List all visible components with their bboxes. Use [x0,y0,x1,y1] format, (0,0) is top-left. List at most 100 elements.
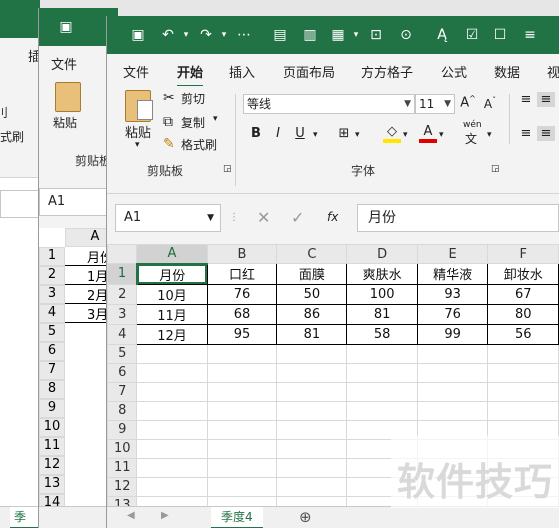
save-icon[interactable]: ▣ [129,26,147,44]
table-cell[interactable]: 81 [346,303,418,325]
empty-cell[interactable] [136,457,208,478]
add-sheet-icon[interactable]: ⊕ [299,508,312,526]
checkbox-icon[interactable]: ☑ [463,26,481,44]
row-header[interactable]: 11 [107,457,138,478]
font-size-select[interactable]: 11 ▼ [415,94,455,114]
row-header[interactable]: 4 [107,323,138,345]
format-painter-button[interactable]: 格式刷 [181,136,217,153]
empty-cell[interactable] [136,476,208,497]
align-top-icon[interactable]: ≡ [517,92,535,107]
empty-cell[interactable] [206,476,278,497]
font-icon[interactable]: Ą [433,26,451,44]
select-all-corner[interactable] [107,244,138,264]
bold-button[interactable]: B [247,126,265,141]
scroll-left-icon[interactable]: ◀ [127,510,135,521]
back-sheet-tab[interactable]: 季度 [10,507,40,528]
table-cell[interactable]: 86 [276,303,348,325]
empty-cell[interactable] [276,343,348,364]
empty-cell[interactable] [346,381,418,402]
tab-view[interactable]: 视 [547,62,559,81]
camera-icon[interactable]: ⊡ [367,26,385,44]
empty-cell[interactable] [136,419,208,440]
tab-page-layout[interactable]: 页面布局 [283,62,335,81]
form-icon[interactable]: ▤ [271,26,289,44]
customize-qat-icon[interactable]: ≡ [521,26,539,44]
empty-cell[interactable] [276,381,348,402]
column-header[interactable]: E [416,244,489,264]
font-color-button[interactable]: A [419,124,437,143]
empty-cell[interactable] [416,343,489,364]
empty-cell[interactable] [136,362,208,383]
empty-cell[interactable] [206,438,278,459]
empty-cell[interactable] [487,381,559,402]
empty-cell[interactable] [136,381,208,402]
fill-color-dropdown-icon[interactable]: ▾ [403,130,408,140]
empty-cell[interactable] [206,381,278,402]
phonetic-char-icon[interactable]: 文 [465,130,477,147]
table-cell[interactable]: 76 [416,303,489,325]
table-cell[interactable]: 12月 [136,323,208,345]
table-cell[interactable]: 76 [206,283,278,305]
copy-button[interactable]: 复制 [181,114,205,131]
sort-icon[interactable]: ⊙ [397,26,415,44]
table-cell[interactable]: 80 [487,303,559,325]
empty-cell[interactable] [206,419,278,440]
row-header[interactable]: 9 [107,419,138,440]
italic-button[interactable]: I [269,126,287,141]
empty-cell[interactable] [276,457,348,478]
font-name-select[interactable]: 等线 ▼ [243,94,415,114]
align-center-icon[interactable]: ≡ [537,126,555,141]
borders-icon[interactable]: ⋯ [235,26,253,44]
name-box[interactable]: A1 ▼ [115,204,221,232]
table-cell[interactable]: 面膜 [276,263,348,285]
tab-file[interactable]: 文件 [123,62,149,81]
back-name-box[interactable] [0,190,40,218]
enter-icon[interactable]: ✓ [291,208,304,227]
column-header[interactable]: C [276,244,348,264]
more-options-icon[interactable]: ⋮ [229,212,239,223]
empty-cell[interactable] [206,343,278,364]
tab-home[interactable]: 开始 [177,62,204,88]
align-left-icon[interactable]: ≡ [517,126,535,141]
table-cell[interactable]: 精华液 [416,263,489,285]
column-header[interactable]: F [487,244,559,264]
undo-icon[interactable]: ↶ [159,26,177,44]
table-cell[interactable]: 100 [346,283,418,305]
table-cell[interactable]: 58 [346,323,418,345]
tab-data[interactable]: 数据 [494,62,520,81]
sheet-tab-q4[interactable]: 季度4 [211,507,263,528]
row-header[interactable]: 8 [107,400,138,421]
font-color-dropdown-icon[interactable]: ▾ [439,130,444,140]
column-header[interactable]: D [346,244,418,264]
qat-dropdown-icon[interactable]: ▾ [347,26,365,44]
empty-cell[interactable] [206,362,278,383]
empty-cell[interactable] [487,400,559,421]
cut-icon[interactable]: ✂ [163,90,175,106]
empty-cell[interactable] [416,362,489,383]
clipboard-launcher-icon[interactable]: ◲ [223,164,232,174]
empty-cell[interactable] [346,362,418,383]
row-header[interactable]: 1 [107,263,138,285]
border-dropdown-icon[interactable]: ▾ [355,130,360,140]
table-cell[interactable]: 81 [276,323,348,345]
scroll-right-icon[interactable]: ▶ [161,510,169,521]
empty-cell[interactable] [276,438,348,459]
phonetic-icon[interactable]: wén [463,120,482,130]
pivot-icon[interactable]: ▦ [329,26,347,44]
table-cell[interactable]: 爽肤水 [346,263,418,285]
insert-function-icon[interactable]: fx [327,210,338,224]
empty-cell[interactable] [276,476,348,497]
tab-insert[interactable]: 插入 [229,62,255,81]
middle-tab-file[interactable]: 文件 [51,54,77,73]
undo-dropdown-icon[interactable]: ▾ [177,26,195,44]
table-cell[interactable]: 95 [206,323,278,345]
empty-cell[interactable] [206,400,278,421]
tab-formulas[interactable]: 公式 [441,62,467,81]
font-launcher-icon[interactable]: ◲ [491,164,500,174]
table-cell[interactable]: 月份 [136,263,208,285]
empty-cell[interactable] [136,400,208,421]
paste-dropdown-icon[interactable]: ▾ [135,140,140,150]
empty-cell[interactable] [416,381,489,402]
table-cell[interactable]: 99 [416,323,489,345]
table-cell[interactable]: 口红 [206,263,278,285]
